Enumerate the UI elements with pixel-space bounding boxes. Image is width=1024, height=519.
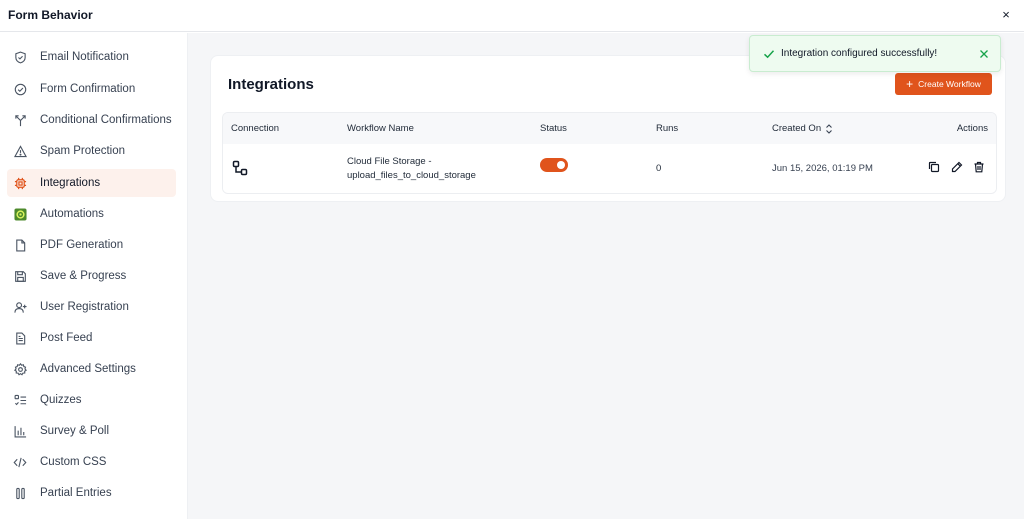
sidebar-item-pdf-generation[interactable]: PDF Generation <box>7 231 176 259</box>
main-content: Integrations + Create Workflow Connectio… <box>188 33 1024 519</box>
plus-icon: + <box>906 77 914 91</box>
toast-message: Integration configured successfully! <box>781 48 938 59</box>
sidebar-item-email-notification[interactable]: Email Notification <box>7 43 176 71</box>
sidebar-item-survey-poll[interactable]: Survey & Poll <box>7 417 176 445</box>
document-icon <box>13 331 27 345</box>
sidebar-item-partial-entries[interactable]: Partial Entries <box>7 479 176 507</box>
column-header-workflow-name: Workflow Name <box>347 123 414 134</box>
integration-chip-icon <box>13 176 27 190</box>
table-row: Cloud File Storage - upload_files_to_clo… <box>223 144 996 193</box>
success-toast: Integration configured successfully! <box>749 35 1001 72</box>
create-workflow-button[interactable]: + Create Workflow <box>895 73 992 95</box>
sidebar-item-automations[interactable]: Automations <box>7 200 176 228</box>
sidebar-item-label: Form Confirmation <box>40 83 136 95</box>
window-header: Form Behavior × <box>0 0 1024 32</box>
sidebar-item-post-feed[interactable]: Post Feed <box>7 324 176 352</box>
checklist-icon <box>13 393 27 407</box>
save-icon <box>13 269 27 283</box>
table-header: Connection Workflow Name Status Runs Cre… <box>223 113 996 144</box>
sidebar-item-user-registration[interactable]: User Registration <box>7 293 176 321</box>
sidebar-item-quizzes[interactable]: Quizzes <box>7 386 176 414</box>
workflow-name: Cloud File Storage - upload_files_to_clo… <box>347 155 476 183</box>
close-icon[interactable]: × <box>998 7 1014 23</box>
check-circle-icon <box>13 82 27 96</box>
sidebar-item-custom-css[interactable]: Custom CSS <box>7 448 176 476</box>
sidebar-item-label: Survey & Poll <box>40 425 110 437</box>
sidebar-item-label: Custom CSS <box>40 456 107 468</box>
workflows-table: Connection Workflow Name Status Runs Cre… <box>222 112 997 194</box>
check-icon <box>762 47 776 61</box>
sidebar: Email Notification Form Confirmation Con… <box>0 33 188 519</box>
integrations-card: Integrations + Create Workflow Connectio… <box>210 55 1006 202</box>
window-title: Form Behavior <box>8 8 93 22</box>
edit-icon[interactable] <box>950 160 964 174</box>
sidebar-item-save-progress[interactable]: Save & Progress <box>7 262 176 290</box>
connection-icon <box>232 160 248 176</box>
automation-icon <box>13 207 27 221</box>
file-icon <box>13 238 27 252</box>
sidebar-item-conditional-confirmations[interactable]: Conditional Confirmations <box>7 106 176 134</box>
sidebar-item-label: Post Feed <box>40 332 93 344</box>
close-icon[interactable] <box>977 47 991 61</box>
column-header-actions: Actions <box>956 123 988 134</box>
gear-icon <box>13 362 27 376</box>
sidebar-item-label: Save & Progress <box>40 270 127 282</box>
shield-check-icon <box>13 50 27 64</box>
warning-triangle-icon <box>13 144 27 158</box>
columns-icon <box>13 486 27 500</box>
runs-count: 0 <box>656 163 662 174</box>
sidebar-item-label: User Registration <box>40 301 129 313</box>
sidebar-item-label: Automations <box>40 208 104 220</box>
column-header-created-on[interactable]: Created On <box>772 123 833 134</box>
sidebar-item-integrations[interactable]: Integrations <box>7 169 176 197</box>
copy-icon[interactable] <box>927 160 941 174</box>
sidebar-item-label: Advanced Settings <box>40 363 136 375</box>
created-on-label: Created On <box>772 123 822 134</box>
workflow-name-line1: Cloud File Storage - <box>347 156 432 167</box>
sidebar-item-label: Partial Entries <box>40 487 112 499</box>
sidebar-item-form-confirmation[interactable]: Form Confirmation <box>7 75 176 103</box>
sort-icon <box>825 123 833 134</box>
workflow-name-line2: upload_files_to_cloud_storage <box>347 170 476 181</box>
sidebar-item-label: Integrations <box>40 177 101 189</box>
column-header-connection: Connection <box>231 123 280 134</box>
trash-icon[interactable] <box>972 160 986 174</box>
sidebar-item-label: Conditional Confirmations <box>40 114 172 126</box>
branch-icon <box>13 113 27 127</box>
created-on-value: Jun 15, 2026, 01:19 PM <box>772 163 873 174</box>
bar-chart-icon <box>13 424 27 438</box>
toggle-knob <box>557 161 565 169</box>
create-workflow-label: Create Workflow <box>918 79 981 89</box>
sidebar-item-advanced-settings[interactable]: Advanced Settings <box>7 355 176 383</box>
code-icon <box>13 455 27 469</box>
sidebar-item-label: Email Notification <box>40 51 129 63</box>
user-add-icon <box>13 300 27 314</box>
page-title: Integrations <box>228 76 314 93</box>
status-toggle[interactable] <box>540 158 568 172</box>
sidebar-item-spam-protection[interactable]: Spam Protection <box>7 137 176 165</box>
column-header-status: Status <box>540 123 567 134</box>
sidebar-item-label: Spam Protection <box>40 145 126 157</box>
column-header-runs: Runs <box>656 123 679 134</box>
sidebar-item-label: Quizzes <box>40 394 82 406</box>
sidebar-item-label: PDF Generation <box>40 239 124 251</box>
